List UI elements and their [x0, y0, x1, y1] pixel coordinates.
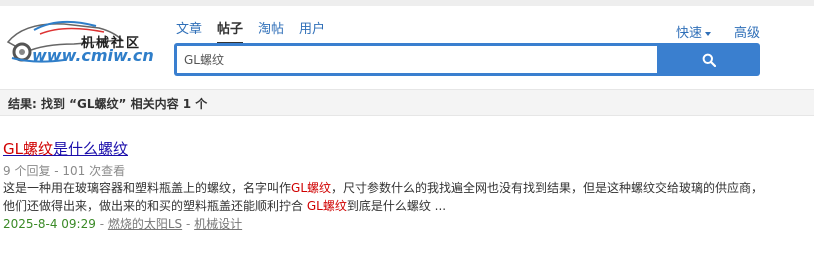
logo-url-text: www.cmiw.cn — [32, 46, 154, 65]
results-summary: 结果: 找到 “GL螺纹” 相关内容 1 个 — [8, 97, 208, 111]
caret-down-icon — [705, 31, 712, 36]
tab-articles[interactable]: 文章 — [176, 22, 202, 44]
tab-users[interactable]: 用户 — [299, 22, 325, 44]
search-bar — [174, 43, 760, 76]
result-date: 2025-8-4 09:29 — [3, 217, 96, 231]
result-footer: 2025-8-4 09:29 - 燃烧的太阳LS - 机械设计 — [3, 215, 242, 232]
footer-separator: - — [95, 217, 108, 231]
snippet-line1-b: ，尺寸参数什么的我找遍全网也没有找到结果，但是这种螺纹交给玻璃的供应商， — [331, 181, 764, 195]
forum-link[interactable]: 机械设计 — [194, 217, 242, 231]
quick-label: 快速 — [676, 26, 703, 41]
snippet-line2-a: 他们还做得出来，做出来的和买的塑料瓶盖还能顺利拧合 — [3, 199, 307, 213]
tab-threads[interactable]: 帖子 — [217, 22, 244, 44]
advanced-search-link[interactable]: 高级 — [734, 22, 760, 41]
snippet-line1-highlight: GL螺纹 — [291, 181, 332, 195]
snippet-line1-a: 这是一种用在玻璃容器和塑料瓶盖上的螺纹，名字叫作 — [3, 181, 292, 195]
site-logo[interactable]: 机械社区 www.cmiw.cn — [4, 14, 154, 70]
snippet-line2-highlight: GL螺纹 — [306, 199, 347, 213]
result-title-link[interactable]: GL螺纹是什么螺纹 — [3, 138, 128, 159]
search-type-tabs: 文章 帖子 淘帖 用户 — [176, 22, 340, 44]
top-bar — [0, 0, 814, 6]
result-snippet: 这是一种用在玻璃容器和塑料瓶盖上的螺纹，名字叫作GL螺纹，尺寸参数什么的我找遍全… — [3, 179, 793, 215]
title-rest: 是什么螺纹 — [52, 140, 128, 158]
search-button[interactable] — [658, 43, 760, 76]
title-highlight: GL螺纹 — [3, 140, 53, 158]
tab-collections[interactable]: 淘帖 — [258, 22, 284, 44]
search-input[interactable] — [177, 46, 657, 73]
result-meta: 9 个回复 - 101 次查看 — [3, 164, 126, 178]
results-summary-bar: 结果: 找到 “GL螺纹” 相关内容 1 个 — [0, 89, 814, 116]
footer-separator: - — [182, 217, 195, 231]
search-icon — [702, 53, 716, 67]
author-link[interactable]: 燃烧的太阳LS — [108, 217, 182, 231]
snippet-line2-b: 到底是什么螺纹 ... — [346, 199, 447, 213]
quick-menu[interactable]: 快速 — [676, 22, 712, 41]
